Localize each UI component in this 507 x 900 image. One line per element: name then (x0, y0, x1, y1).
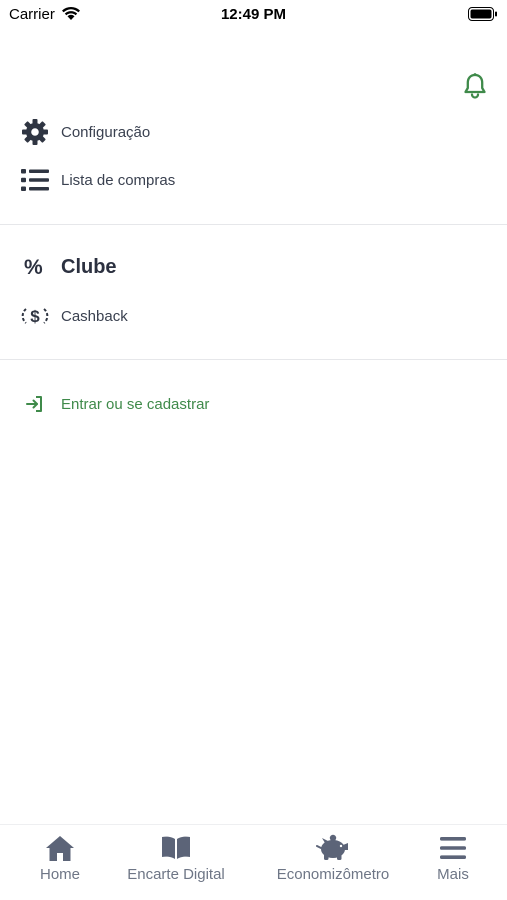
tab-mais[interactable]: Mais (423, 825, 483, 900)
tab-economizometro[interactable]: Economizômetro (266, 825, 400, 900)
menu-item-label: Lista de compras (61, 171, 176, 189)
tab-label: Economizômetro (276, 866, 390, 883)
cashback-icon: $ (20, 301, 50, 331)
section-title-clube: Clube (61, 256, 117, 278)
divider (0, 359, 507, 360)
tab-bar: Home Encarte Digital Economizômetro Mais (0, 824, 507, 900)
clock: 12:49 PM (220, 6, 287, 23)
tab-label: Home (39, 866, 80, 883)
gear-icon (20, 117, 50, 147)
divider (0, 224, 507, 225)
login-icon (20, 389, 50, 419)
tab-label: Mais (437, 866, 469, 883)
tab-label: Encarte Digital (127, 866, 225, 883)
menu-item-lista-de-compras[interactable]: Lista de compras (0, 160, 507, 200)
menu-item-label: Cashback (61, 307, 128, 325)
login-link[interactable]: Entrar ou se cadastrar (0, 384, 507, 424)
tab-home[interactable]: Home (25, 825, 95, 900)
battery-icon (468, 7, 498, 26)
login-label: Entrar ou se cadastrar (61, 395, 210, 413)
menu-item-cashback[interactable]: $ Cashback (0, 296, 507, 336)
list-icon (20, 165, 50, 195)
menu-item-configuracao[interactable]: Configuração (0, 112, 507, 152)
status-bar: Carrier 12:49 PM (0, 0, 507, 30)
piggy-bank-icon (316, 834, 350, 862)
menu-icon (439, 834, 467, 862)
percent-icon: % (24, 256, 43, 279)
book-icon (160, 834, 192, 862)
home-icon (44, 834, 76, 862)
svg-text:$: $ (30, 307, 40, 326)
menu-item-label: Configuração (61, 123, 151, 141)
tab-encarte-digital[interactable]: Encarte Digital (116, 825, 236, 900)
notification-bell-icon[interactable] (462, 72, 488, 100)
